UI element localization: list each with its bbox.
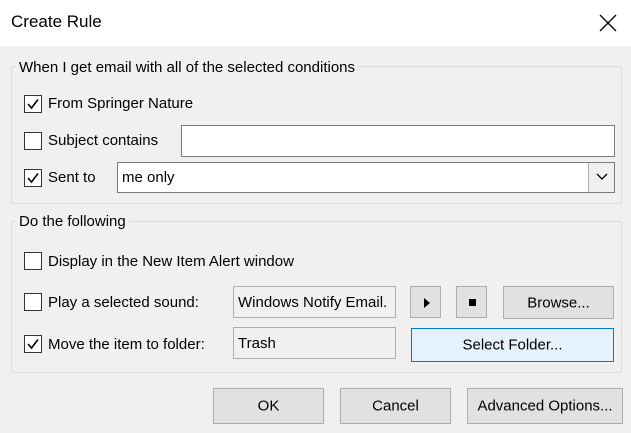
move-checkbox[interactable] xyxy=(24,335,42,353)
close-icon xyxy=(599,14,617,32)
chevron-down-icon xyxy=(596,173,608,180)
checkmark-icon xyxy=(27,99,39,110)
select-folder-button[interactable]: Select Folder... xyxy=(411,328,614,362)
subject-input[interactable] xyxy=(181,125,615,157)
advanced-options-button[interactable]: Advanced Options... xyxy=(467,388,623,424)
checkmark-icon xyxy=(27,173,39,184)
select-folder-button-label: Select Folder... xyxy=(462,336,563,354)
close-button[interactable] xyxy=(585,0,631,46)
sound-label[interactable]: Play a selected sound: xyxy=(48,294,199,311)
sent-to-label[interactable]: Sent to xyxy=(48,169,96,186)
advanced-options-button-label: Advanced Options... xyxy=(477,397,613,415)
ok-button-label: OK xyxy=(257,397,280,415)
from-checkbox[interactable] xyxy=(24,95,42,113)
alert-checkbox[interactable] xyxy=(24,252,42,270)
cancel-button-label: Cancel xyxy=(372,397,419,415)
conditions-group-label: When I get email with all of the selecte… xyxy=(16,59,359,76)
folder-value: Trash xyxy=(238,335,276,352)
stop-sound-button[interactable] xyxy=(456,286,487,318)
title-bar: Create Rule xyxy=(0,0,631,46)
move-label[interactable]: Move the item to folder: xyxy=(48,336,205,353)
play-sound-button[interactable] xyxy=(410,286,441,318)
sound-file-value: Windows Notify Email. xyxy=(238,294,388,311)
from-label[interactable]: From Springer Nature xyxy=(48,95,193,112)
dialog-title: Create Rule xyxy=(11,12,102,31)
subject-checkbox[interactable] xyxy=(24,132,42,150)
sent-to-dropdown[interactable]: me only xyxy=(117,162,615,193)
alert-label[interactable]: Display in the New Item Alert window xyxy=(48,253,294,270)
play-icon xyxy=(424,298,430,308)
subject-label[interactable]: Subject contains xyxy=(48,132,158,149)
dropdown-button[interactable] xyxy=(588,163,614,192)
sent-to-checkbox[interactable] xyxy=(24,169,42,187)
sound-file-field: Windows Notify Email. xyxy=(233,286,396,318)
browse-button-label: Browse... xyxy=(527,294,590,311)
folder-field: Trash xyxy=(233,327,396,359)
checkmark-icon xyxy=(27,339,39,350)
cancel-button[interactable]: Cancel xyxy=(340,388,451,424)
ok-button[interactable]: OK xyxy=(213,388,324,424)
browse-button[interactable]: Browse... xyxy=(503,286,614,319)
sent-to-value: me only xyxy=(122,169,175,186)
stop-icon xyxy=(469,299,476,306)
actions-group-label: Do the following xyxy=(16,213,129,230)
sound-checkbox[interactable] xyxy=(24,293,42,311)
